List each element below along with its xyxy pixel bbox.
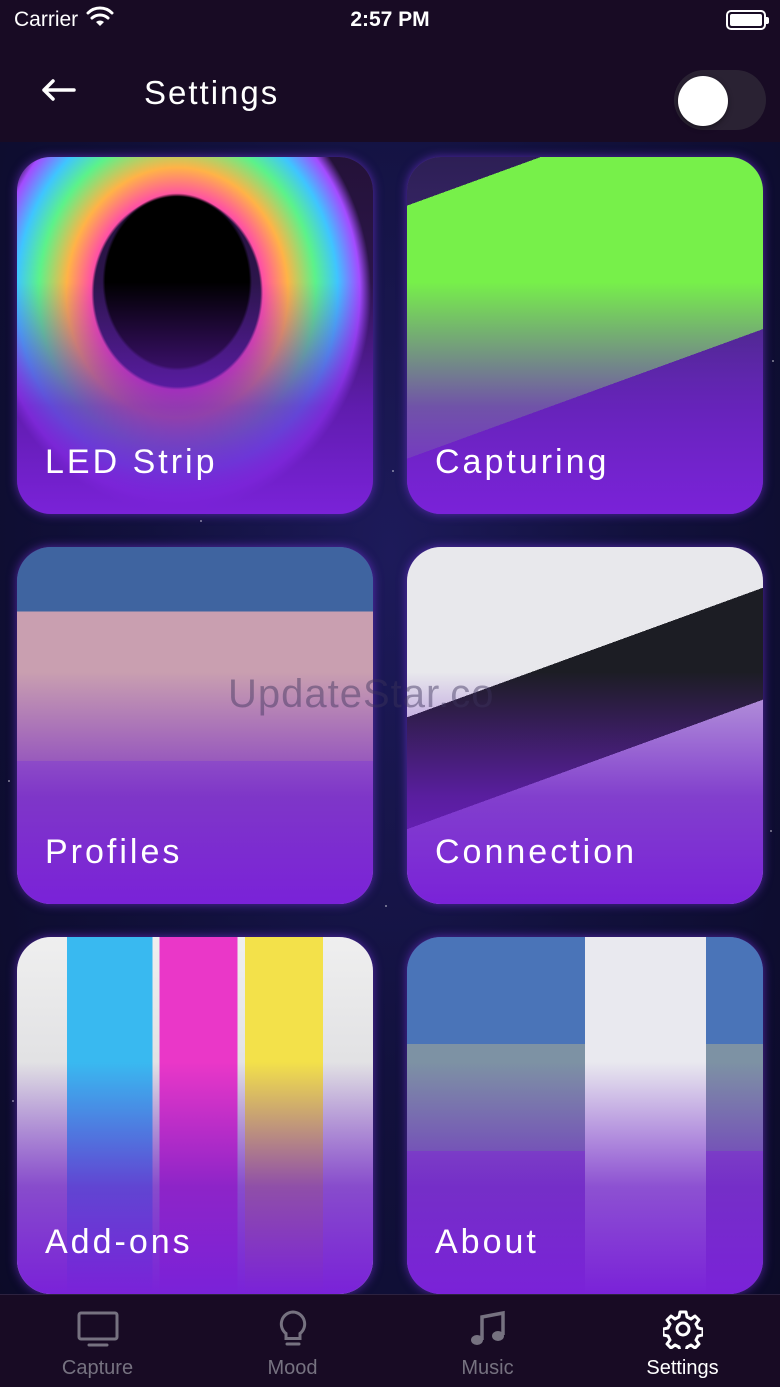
tile-label: Profiles xyxy=(45,833,183,871)
status-bar: Carrier 2:57 PM xyxy=(0,0,780,40)
tab-label: Settings xyxy=(646,1357,719,1379)
tile-about[interactable]: About xyxy=(407,937,763,1294)
monitor-icon xyxy=(76,1307,120,1351)
carrier-label: Carrier xyxy=(14,8,79,31)
status-time: 2:57 PM xyxy=(350,8,430,31)
back-button[interactable] xyxy=(36,70,80,114)
tile-connection[interactable]: Connection xyxy=(407,547,763,904)
tab-capture[interactable]: Capture xyxy=(0,1295,195,1387)
tile-label: Add-ons xyxy=(45,1223,193,1261)
settings-grid: LED Strip Capturing Profiles Connection … xyxy=(17,157,764,1294)
tile-label: Connection xyxy=(435,833,638,871)
tile-label: LED Strip xyxy=(45,443,218,481)
tile-add-ons[interactable]: Add-ons xyxy=(17,937,373,1294)
arrow-left-icon xyxy=(40,78,76,107)
tile-label: Capturing xyxy=(435,443,610,481)
tile-label: About xyxy=(435,1223,539,1261)
tab-label: Mood xyxy=(267,1357,318,1379)
tab-mood[interactable]: Mood xyxy=(195,1295,390,1387)
settings-toggle[interactable] xyxy=(674,70,766,130)
tile-led-strip[interactable]: LED Strip xyxy=(17,157,373,514)
gear-icon xyxy=(661,1307,705,1351)
header-bar: Settings xyxy=(0,40,780,142)
wifi-icon xyxy=(86,6,114,34)
tile-profiles[interactable]: Profiles xyxy=(17,547,373,904)
tab-label: Capture xyxy=(61,1357,134,1379)
tile-capturing[interactable]: Capturing xyxy=(407,157,763,514)
tab-bar: Capture Mood Music Settings xyxy=(0,1294,780,1387)
page-title: Settings xyxy=(144,74,280,111)
battery-icon xyxy=(726,10,769,30)
tab-music[interactable]: Music xyxy=(390,1295,585,1387)
tab-settings[interactable]: Settings xyxy=(585,1295,780,1387)
toggle-knob xyxy=(678,76,728,126)
lightbulb-icon xyxy=(271,1307,315,1351)
music-note-icon xyxy=(466,1307,510,1351)
tab-label: Music xyxy=(461,1357,514,1379)
